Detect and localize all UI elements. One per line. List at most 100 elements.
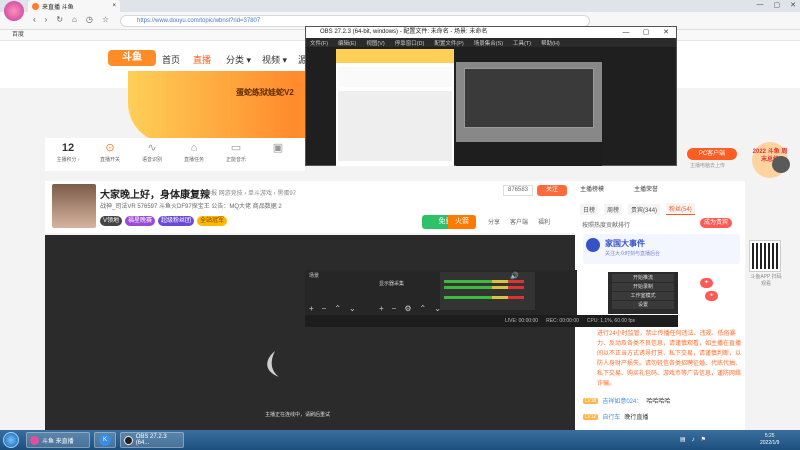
side-avatar-icon[interactable]: [772, 156, 790, 173]
loading-spinner-icon: [267, 351, 279, 377]
obs-menu-edit[interactable]: 编辑(E): [338, 39, 356, 47]
rocket-button[interactable]: 火箭: [448, 215, 476, 229]
system-clock[interactable]: 5:25 2022/1/9: [760, 433, 779, 447]
forward-icon[interactable]: ›: [45, 15, 48, 24]
gift-pill-2[interactable]: ꔹ: [705, 291, 718, 301]
minimize-icon[interactable]: —: [757, 1, 764, 9]
bookmark-baidu[interactable]: 百度: [12, 32, 24, 38]
up-icon[interactable]: ⌃: [334, 304, 341, 313]
obs-menu-profile[interactable]: 配置文件(P): [434, 39, 463, 47]
audio-meter: [444, 296, 524, 299]
history-icon[interactable]: ◷: [86, 15, 93, 24]
obs-menu-bar: 文件(F) 编辑(E) 视图(V) 停靠窗口(D) 配置文件(P) 场景集合(S…: [306, 38, 676, 47]
gift-pill-1[interactable]: ꔹ: [700, 278, 713, 288]
remove-icon[interactable]: −: [322, 304, 327, 313]
speaker-icon[interactable]: 🔊: [510, 272, 519, 280]
nav-home[interactable]: 首页: [162, 53, 180, 66]
video-player[interactable]: [45, 235, 575, 430]
user-level: LV12: [583, 413, 599, 420]
sponsor-sub: 关注大众时刻与直播后台: [605, 251, 661, 257]
chat-user[interactable]: 吉祥如意024：: [602, 396, 642, 405]
tab-anchor-rank[interactable]: 主播榜模: [580, 184, 604, 193]
welfare-link[interactable]: 福利: [538, 217, 550, 226]
close-window-icon[interactable]: ✕: [790, 1, 796, 9]
nav-live[interactable]: 直播: [193, 53, 211, 66]
chat-line: LV12 自行车 晚行直播: [583, 412, 648, 421]
back-icon[interactable]: ‹: [33, 15, 36, 24]
site-logo[interactable]: 斗鱼: [108, 50, 156, 66]
add-icon[interactable]: +: [379, 304, 384, 313]
obs-menu-tools[interactable]: 工具(T): [513, 39, 531, 47]
tab-weekly[interactable]: 周榜: [604, 203, 623, 215]
become-vip-button[interactable]: 成为贵宾: [700, 218, 733, 228]
status-live: LIVE: 00:00:00: [505, 318, 539, 324]
audio-meter: [444, 286, 524, 289]
follow-button[interactable]: 关注: [537, 185, 567, 196]
share-link[interactable]: 分享: [488, 217, 500, 226]
add-icon[interactable]: +: [309, 304, 314, 313]
studio-mode-button[interactable]: 工作室模式: [612, 292, 674, 300]
tab-daily[interactable]: 日榜: [580, 203, 599, 215]
tool-live-switch[interactable]: ⊙ 直播开关: [91, 140, 129, 163]
tag-champion[interactable]: 全站冠军: [197, 216, 228, 226]
taskbar-browser[interactable]: 斗鱼 来直播: [26, 432, 90, 448]
obs-menu-file[interactable]: 文件(F): [310, 39, 328, 47]
obs-minimize-icon[interactable]: —: [616, 27, 636, 38]
remove-icon[interactable]: −: [392, 304, 397, 313]
obs-menu-scenes[interactable]: 场景集合(S): [474, 39, 503, 47]
star-icon[interactable]: ☆: [102, 15, 109, 24]
flag-icon[interactable]: ⚑: [701, 436, 706, 443]
tab-vip[interactable]: 贵宾(344): [628, 203, 661, 215]
tool-voice[interactable]: ∿ 语音识别: [133, 140, 171, 163]
taskbar-k-app[interactable]: K: [94, 432, 116, 448]
up-icon[interactable]: ⌃: [420, 304, 427, 313]
pc-client-button[interactable]: PC客户端: [687, 148, 737, 160]
tag-event[interactable]: 福星晚赛: [125, 216, 156, 226]
maximize-icon[interactable]: ▢: [774, 1, 781, 9]
platform-notice: 进行24小时监管，禁止传播任何违法、违规、低俗暴力、反动及各类不良信息，请谨慎观…: [597, 331, 742, 387]
tool-task[interactable]: ⌂ 直播任务: [175, 140, 213, 163]
tool-points[interactable]: 12 主播积分 ›: [49, 140, 87, 163]
chat-user[interactable]: 自行车: [602, 412, 620, 421]
reload-icon[interactable]: ↻: [56, 15, 63, 24]
anchor-avatar[interactable]: [52, 184, 96, 228]
window-controls: — ▢ ✕: [757, 1, 797, 9]
fan-count: 876583: [503, 185, 533, 196]
sponsor-card[interactable]: 家国大事件 关注大众时刻与直播后台: [583, 234, 740, 264]
banner-text: 蛋蛇练狱娃蛇V2: [236, 88, 294, 97]
obs-menu-help[interactable]: 帮助(H): [541, 39, 560, 47]
down-icon[interactable]: ⌄: [349, 304, 356, 313]
tool-gift[interactable]: ▣: [259, 140, 297, 156]
obs-menu-view[interactable]: 视图(V): [366, 39, 384, 47]
obs-close-icon[interactable]: ✕: [656, 27, 676, 38]
nav-category[interactable]: 分类 ▾: [226, 53, 251, 66]
browser-tab[interactable]: 来直播 斗鱼 ×: [28, 0, 120, 12]
obs-preview-nested: [456, 62, 602, 166]
stream-category[interactable]: 举报 网游竞技 › 单斗游戏 › 黑蛋97: [205, 188, 296, 197]
start-record-button[interactable]: 开始录制: [612, 283, 674, 291]
preview-header: [338, 67, 452, 87]
tool-music[interactable]: ▭ 正能音乐: [217, 140, 255, 163]
tab-anchor-honor[interactable]: 主播荣誉: [634, 184, 658, 193]
browser-logo-icon[interactable]: [4, 1, 24, 21]
client-link[interactable]: 客户端: [510, 217, 528, 226]
start-button[interactable]: [3, 432, 19, 448]
sponsor-icon: [586, 238, 600, 252]
tag-fanclub[interactable]: 超级粉丝团: [158, 216, 195, 226]
obs-menu-docks[interactable]: 停靠窗口(D): [395, 39, 425, 47]
start-stream-button[interactable]: 开始推流: [612, 274, 674, 282]
network-icon[interactable]: ▤: [680, 436, 686, 443]
tab-fans[interactable]: 粉丝(54): [666, 203, 695, 215]
taskbar-obs[interactable]: OBS 27.2.3 (64...: [120, 432, 184, 448]
settings-button[interactable]: 设置: [612, 301, 674, 309]
home-icon[interactable]: ⌂: [72, 15, 77, 24]
obs-maximize-icon[interactable]: ▢: [636, 27, 656, 38]
tag-vip[interactable]: V领地: [100, 216, 123, 226]
stream-title: 大家晚上好，身体康复辣: [100, 190, 210, 201]
nav-video[interactable]: 视频 ▾: [262, 53, 287, 66]
settings-gear-icon[interactable]: ⚙: [404, 304, 411, 313]
tab-close-icon[interactable]: ×: [112, 3, 116, 9]
volume-icon[interactable]: ♪: [692, 437, 695, 443]
obs-audio-mixer: 🔊: [440, 272, 535, 310]
obs-window[interactable]: OBS 27.2.3 (64-bit, windows) - 配置文件: 未命名…: [305, 26, 677, 166]
